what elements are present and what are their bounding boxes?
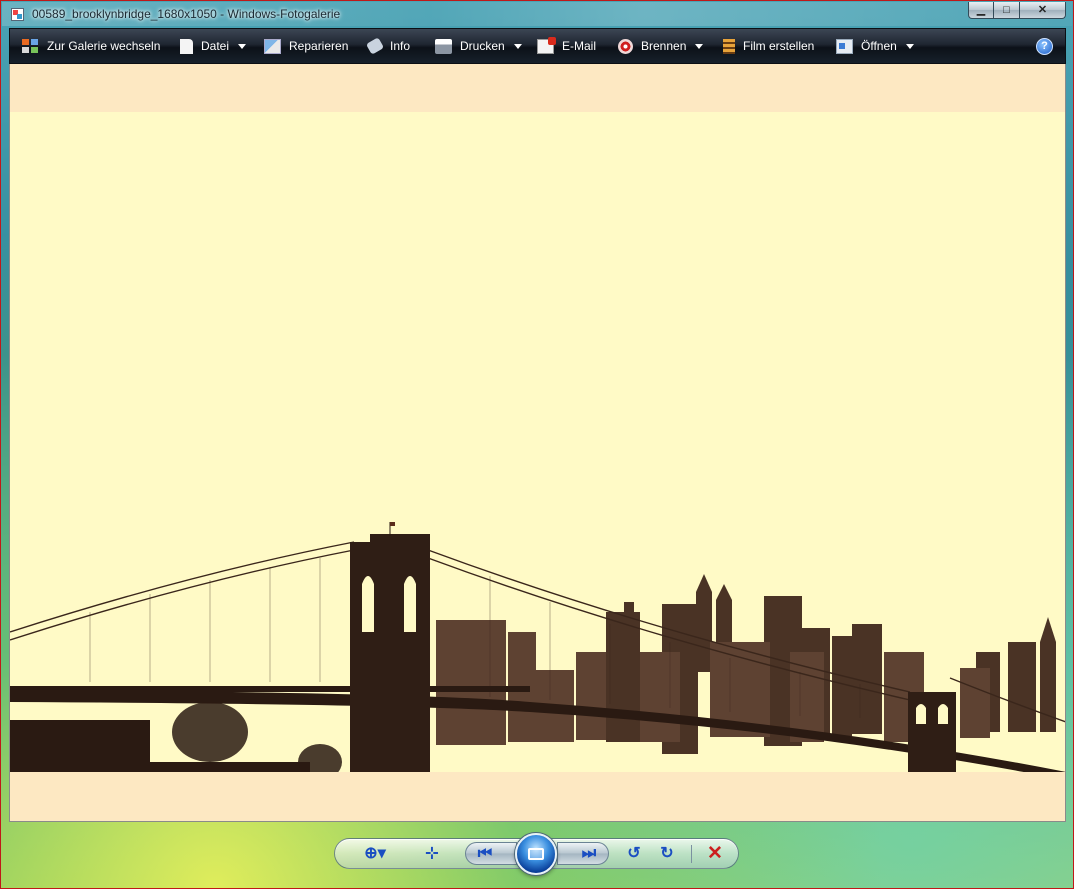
toolbar-item-label: Datei (201, 39, 230, 53)
delete-button[interactable]: ✕ (701, 839, 729, 868)
toolbar-item-label: Brennen (641, 39, 687, 53)
photo-brooklyn-bridge (10, 112, 1065, 772)
chevron-down-icon (695, 43, 704, 49)
caption-buttons: ▁ □ ✕ (968, 2, 1066, 19)
toolbar-item-label: Drucken (460, 39, 505, 53)
window-title: 00589_brooklynbridge_1680x1050 - Windows… (32, 7, 341, 21)
toolbar-item-label: Zur Galerie wechseln (47, 39, 161, 53)
toolbar-file-menu[interactable]: Datei (180, 29, 247, 63)
toolbar-item-label: Info (390, 39, 411, 53)
rotate-left-button[interactable]: ↺ (620, 839, 648, 868)
chevron-down-icon (238, 43, 247, 49)
toolbar-item-label: Öffnen (861, 39, 897, 53)
actual-size-button[interactable]: ⊹ (418, 839, 446, 868)
toolbar-item-label: E-Mail (562, 39, 597, 53)
delete-icon: ✕ (707, 843, 723, 864)
photo-gallery-icon (11, 8, 24, 21)
zoom-button[interactable]: ⊕▾ (355, 839, 395, 868)
toolbar-item-label: Film erstellen (743, 39, 815, 53)
printer-icon (435, 38, 452, 54)
toolbar-email-button[interactable]: E-Mail (537, 29, 596, 63)
navigation-bar: ⊕▾ ⊹ ⏮ ⏭ ↺ ↻ ✕ (334, 833, 739, 875)
toolbar-info-button[interactable]: Info (365, 29, 411, 63)
title-bar[interactable]: 00589_brooklynbridge_1680x1050 - Windows… (2, 2, 1072, 26)
command-toolbar: Zur Galerie wechseln Datei Reparieren In… (9, 28, 1066, 64)
slideshow-button[interactable] (515, 833, 557, 875)
photo-gallery-window: 00589_brooklynbridge_1680x1050 - Windows… (0, 0, 1074, 889)
repair-icon (264, 38, 281, 54)
zoom-icon: ⊕▾ (364, 844, 386, 862)
next-icon: ⏭ (581, 844, 597, 862)
film-icon (723, 38, 735, 54)
previous-icon: ⏮ (477, 844, 493, 862)
separator (691, 845, 692, 863)
rotate-left-icon: ↺ (627, 844, 641, 862)
info-tag-icon (365, 37, 385, 55)
burn-disc-icon (618, 38, 633, 54)
minimize-button[interactable]: ▁ (968, 2, 994, 19)
toolbar-open-menu[interactable]: Öffnen (836, 29, 914, 63)
chevron-down-icon (513, 43, 522, 49)
maximize-button[interactable]: □ (994, 2, 1020, 19)
gallery-icon (22, 38, 39, 54)
next-button[interactable]: ⏭ (557, 842, 609, 865)
help-icon[interactable]: ? (1036, 38, 1053, 55)
slideshow-icon (528, 848, 544, 860)
rotate-right-button[interactable]: ↻ (653, 839, 681, 868)
chevron-down-icon (905, 43, 914, 49)
toolbar-repair-button[interactable]: Reparieren (264, 29, 348, 63)
toolbar-item-label: Reparieren (289, 39, 349, 53)
photo-viewer[interactable] (9, 64, 1066, 822)
toolbar-print-menu[interactable]: Drucken (435, 29, 522, 63)
file-icon (180, 38, 193, 54)
open-icon (836, 38, 853, 54)
email-icon (537, 36, 556, 54)
toolbar-go-to-gallery-button[interactable]: Zur Galerie wechseln (22, 29, 160, 63)
rotate-right-icon: ↻ (660, 844, 674, 862)
fit-window-icon: ⊹ (425, 844, 439, 862)
previous-button[interactable]: ⏮ (465, 842, 517, 865)
toolbar-burn-menu[interactable]: Brennen (618, 29, 704, 63)
close-button[interactable]: ✕ (1020, 2, 1066, 19)
toolbar-make-movie-button[interactable]: Film erstellen (723, 29, 814, 63)
